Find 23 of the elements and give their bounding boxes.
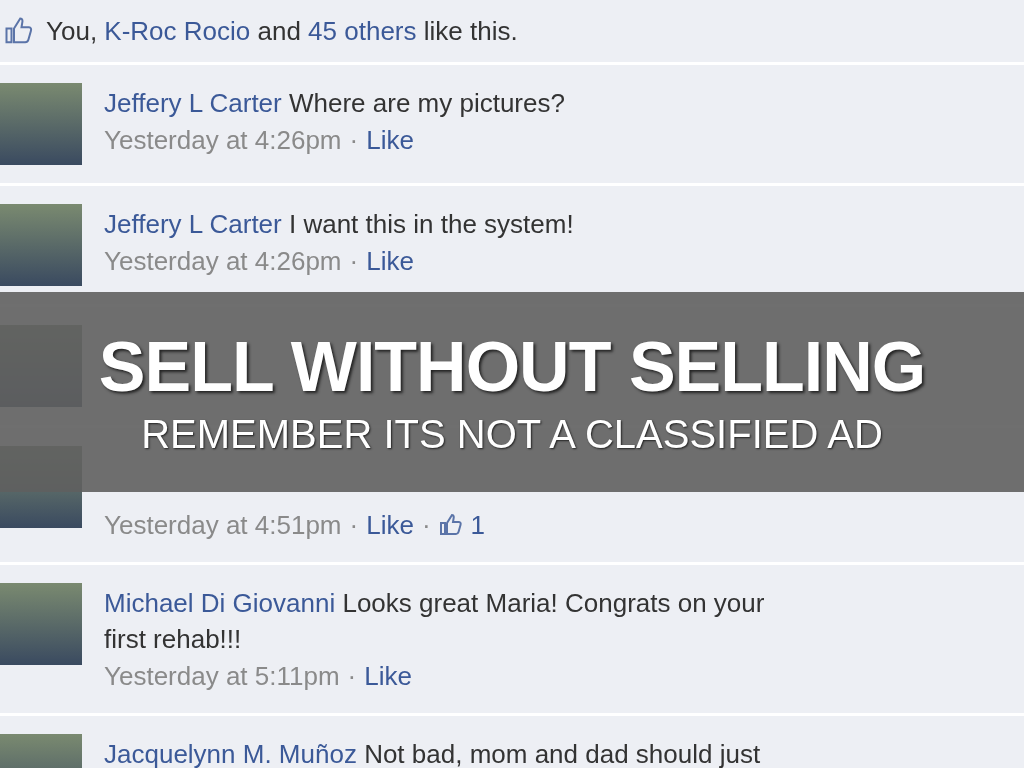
comment-text: Jeffery L Carter I want this in the system! (104, 208, 575, 241)
comment-time: Yesterday at 4:26pm (104, 124, 342, 157)
thumbs-up-icon (438, 513, 463, 537)
slide-subtitle: REMEMBER ITS NOT A CLASSIFIED AD (141, 411, 883, 456)
slide-title: SELL WITHOUT SELLING (98, 328, 926, 406)
comment-text: Jacquelynn M. Muñoz Not bad, mom and dad should just (104, 738, 762, 768)
comment-time: Yesterday at 4:26pm (104, 245, 342, 278)
like-link[interactable]: Like (364, 657, 412, 695)
separator-dot: · (347, 660, 357, 693)
separator-dot: · (349, 124, 359, 157)
comment-time: Yesterday at 4:51pm (104, 509, 342, 542)
like-count: 1 (470, 509, 486, 542)
separator-dot: · (421, 509, 431, 542)
separator-dot: · (349, 245, 359, 278)
comment-text: Jeffery L Carter Where are my pictures? (104, 87, 566, 120)
thumbs-up-icon (4, 16, 34, 46)
separator-dot: · (349, 509, 359, 542)
like-link[interactable]: Like (366, 242, 414, 280)
comment-time: Yesterday at 5:11pm (104, 660, 340, 693)
like-link[interactable]: Like (366, 506, 414, 544)
comment-text: Michael Di Giovanni Looks great Maria! Congrats on your first rehab!!! (104, 587, 766, 656)
likes-summary: You, K-Roc Rocio and 45 others like this. (46, 15, 518, 47)
like-link[interactable]: Like (366, 121, 414, 159)
